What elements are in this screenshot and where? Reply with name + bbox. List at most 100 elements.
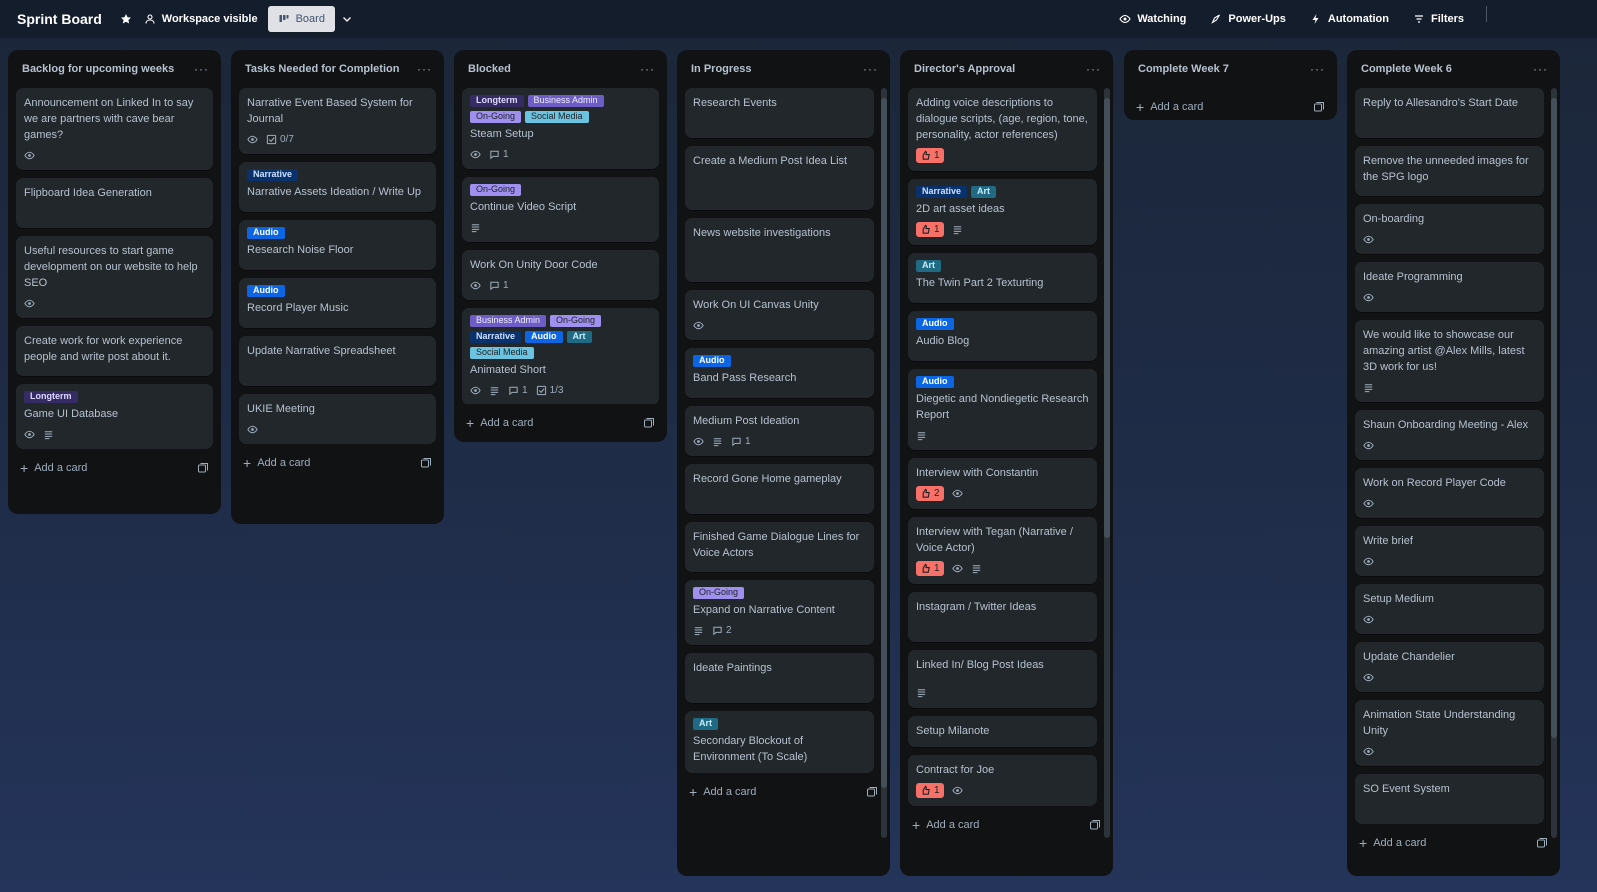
card[interactable]: Work On Unity Door Code 1 (462, 250, 659, 300)
card-template-icon[interactable] (643, 417, 655, 429)
card-label[interactable]: Audio (247, 285, 285, 297)
card[interactable]: SO Event System (1355, 774, 1544, 824)
card-label[interactable]: Social Media (470, 347, 534, 359)
card[interactable]: Shaun Onboarding Meeting - Alex (1355, 410, 1544, 460)
card[interactable]: Audio Audio Blog (908, 311, 1097, 361)
card[interactable]: News website investigations (685, 218, 874, 282)
card-label[interactable]: Business Admin (470, 315, 547, 327)
card-label[interactable]: Social Media (525, 111, 589, 123)
card-label[interactable]: Audio (916, 318, 954, 330)
view-switcher-button[interactable] (335, 6, 359, 32)
card[interactable]: Setup Milanote (908, 716, 1097, 747)
list-title[interactable]: Blocked (468, 63, 511, 75)
scrollbar-thumb[interactable] (1551, 98, 1557, 738)
card-template-icon[interactable] (1313, 101, 1325, 113)
card[interactable]: Audio Record Player Music (239, 278, 436, 328)
list-scrollbar[interactable] (1551, 88, 1557, 838)
card-label[interactable]: Longterm (470, 95, 524, 107)
card[interactable]: Narrative Event Based System for Journal… (239, 88, 436, 154)
card[interactable]: Longterm Business Admin On-Going Social Med… (462, 88, 659, 169)
list-menu-button[interactable]: ··· (859, 62, 882, 76)
card[interactable]: Create work for work experience people a… (16, 326, 213, 376)
card-label[interactable]: On-Going (470, 111, 522, 123)
add-card-button[interactable]: + Add a card (1136, 100, 1203, 114)
card-template-icon[interactable] (1536, 837, 1548, 849)
card-label[interactable]: Longterm (24, 391, 78, 403)
card[interactable]: Write brief (1355, 526, 1544, 576)
list-title[interactable]: In Progress (691, 63, 752, 75)
vote-badge[interactable]: 1 (916, 783, 944, 798)
card[interactable]: Ideate Paintings (685, 653, 874, 703)
card-label[interactable]: Audio (693, 355, 731, 367)
card[interactable]: Linked In/ Blog Post Ideas (908, 650, 1097, 708)
vote-badge[interactable]: 1 (916, 222, 944, 237)
list-menu-button[interactable]: ··· (636, 62, 659, 76)
list-scrollbar[interactable] (1104, 88, 1110, 838)
card[interactable]: Work on Record Player Code (1355, 468, 1544, 518)
card-label[interactable]: Audio (916, 376, 954, 388)
card[interactable]: Finished Game Dialogue Lines for Voice A… (685, 522, 874, 572)
vote-badge[interactable]: 2 (916, 486, 944, 501)
card[interactable]: Narrative Narrative Assets Ideation / Wri… (239, 162, 436, 212)
card[interactable]: Work On UI Canvas Unity (685, 290, 874, 340)
card[interactable]: Research Events (685, 88, 874, 138)
add-card-button[interactable]: + Add a card (20, 461, 87, 475)
list-title[interactable]: Complete Week 6 (1361, 63, 1452, 75)
list-menu-button[interactable]: ··· (1082, 62, 1105, 76)
card-label[interactable]: Art (971, 186, 997, 198)
card[interactable]: Audio Diegetic and Nondiegetic Research R… (908, 369, 1097, 450)
vote-badge[interactable]: 1 (916, 148, 944, 163)
add-card-button[interactable]: + Add a card (466, 416, 533, 430)
filters-button[interactable]: Filters (1407, 6, 1470, 32)
list-title[interactable]: Complete Week 7 (1138, 63, 1229, 75)
card-label[interactable]: On-Going (550, 315, 602, 327)
card[interactable]: UKIE Meeting (239, 394, 436, 444)
card[interactable]: Adding voice descriptions to dialogue sc… (908, 88, 1097, 171)
card[interactable]: Setup Medium (1355, 584, 1544, 634)
watching-button[interactable]: Watching (1113, 6, 1192, 32)
card[interactable]: Create a Medium Post Idea List (685, 146, 874, 210)
card-label[interactable]: Narrative (470, 331, 522, 343)
card-label[interactable]: Art (916, 260, 941, 272)
card[interactable]: We would like to showcase our amazing ar… (1355, 320, 1544, 402)
card[interactable]: Contract for Joe 1 (908, 755, 1097, 806)
card-label[interactable]: On-Going (693, 587, 745, 599)
card-label[interactable]: Audio (525, 331, 563, 343)
card-template-icon[interactable] (197, 462, 209, 474)
card[interactable]: Update Narrative Spreadsheet (239, 336, 436, 386)
card-label[interactable]: Narrative (916, 186, 968, 198)
card-label[interactable]: On-Going (470, 184, 522, 196)
card[interactable]: Art Secondary Blockout of Environment (To… (685, 711, 874, 773)
card[interactable]: On-boarding (1355, 204, 1544, 254)
card[interactable]: Business Admin On-Going Narrative Audio Art S… (462, 308, 659, 404)
card-label[interactable]: Narrative (247, 169, 299, 181)
vote-badge[interactable]: 1 (916, 561, 944, 576)
card-template-icon[interactable] (1089, 819, 1101, 831)
card[interactable]: Reply to Allesandro's Start Date (1355, 88, 1544, 138)
add-card-button[interactable]: + Add a card (243, 456, 310, 470)
add-card-button[interactable]: + Add a card (689, 785, 756, 799)
list-title[interactable]: Tasks Needed for Completion (245, 63, 399, 75)
card-label[interactable]: Audio (247, 227, 285, 239)
card[interactable]: Audio Band Pass Research (685, 348, 874, 398)
card-label[interactable]: Art (693, 718, 718, 730)
scrollbar-thumb[interactable] (1104, 98, 1110, 538)
list-menu-button[interactable]: ··· (190, 62, 213, 76)
card[interactable]: Audio Research Noise Floor (239, 220, 436, 270)
card[interactable]: Instagram / Twitter Ideas (908, 592, 1097, 642)
card-template-icon[interactable] (420, 457, 432, 469)
list-menu-button[interactable]: ··· (1306, 62, 1329, 76)
star-button[interactable] (114, 6, 138, 32)
powerups-button[interactable]: Power-Ups (1204, 6, 1291, 32)
automation-button[interactable]: Automation (1304, 6, 1395, 32)
list-menu-button[interactable]: ··· (1529, 62, 1552, 76)
card-template-icon[interactable] (866, 786, 878, 798)
add-card-button[interactable]: + Add a card (912, 818, 979, 832)
card[interactable]: Animation State Understanding Unity (1355, 700, 1544, 766)
board-title[interactable]: Sprint Board (17, 11, 102, 27)
card[interactable]: Update Chandelier (1355, 642, 1544, 692)
board-view-button[interactable]: Board (267, 6, 335, 32)
card[interactable]: Remove the unneeded images for the SPG l… (1355, 146, 1544, 196)
card[interactable]: Flipboard Idea Generation (16, 178, 213, 228)
list-menu-button[interactable]: ··· (413, 62, 436, 76)
